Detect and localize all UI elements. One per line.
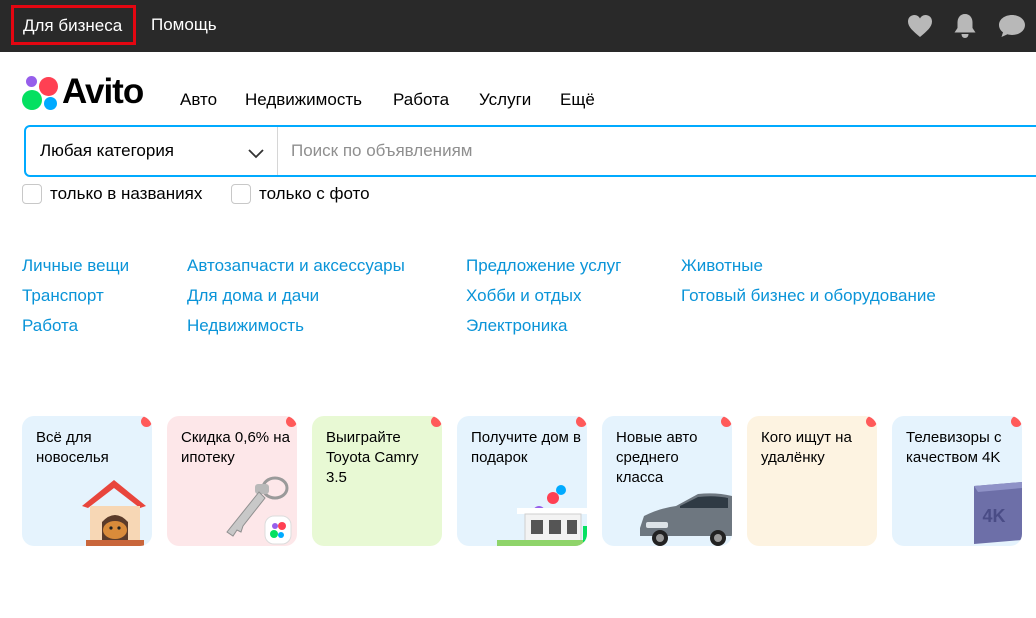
titles-only-checkbox[interactable]: только в названиях <box>22 184 202 204</box>
new-badge <box>286 416 297 427</box>
nav-auto[interactable]: Авто <box>180 90 217 110</box>
logo-dot-green <box>22 90 42 110</box>
category-link[interactable]: Предложение услуг <box>466 256 621 276</box>
car-image <box>640 493 732 546</box>
nav-realty[interactable]: Недвижимость <box>245 90 362 110</box>
category-link[interactable]: Хобби и отдых <box>466 286 581 306</box>
tv-4k-label: 4K <box>982 506 1005 526</box>
category-link[interactable]: Недвижимость <box>187 316 304 336</box>
category-link[interactable]: Автозапчасти и аксессуары <box>187 256 405 276</box>
new-badge <box>721 416 732 427</box>
tv-4k-image: 4K <box>974 482 1022 544</box>
new-badge <box>866 416 877 427</box>
keys-image <box>226 476 292 545</box>
promo-card-title: Выиграйте Toyota Camry 3.5 <box>326 429 419 486</box>
promo-card[interactable]: Скидка 0,6% на ипотеку <box>167 416 297 546</box>
avito-logo[interactable]: Avito <box>22 72 156 112</box>
logo-text: Avito <box>62 72 144 111</box>
logo-dot-red <box>39 77 58 96</box>
doghouse-image <box>82 480 146 546</box>
heart-icon[interactable] <box>906 12 934 40</box>
category-link[interactable]: Транспорт <box>22 286 104 306</box>
checkbox-box[interactable] <box>22 184 42 204</box>
category-link[interactable]: Готовый бизнес и оборудование <box>681 286 936 306</box>
with-photo-checkbox[interactable]: только с фото <box>231 184 370 204</box>
new-badge <box>141 416 152 427</box>
new-badge <box>576 416 587 427</box>
help-link[interactable]: Помощь <box>151 14 217 37</box>
promo-card[interactable]: Всё для новоселья <box>22 416 152 546</box>
top-bar: Для бизнеса Помощь <box>0 0 1036 52</box>
category-link[interactable]: Электроника <box>466 316 568 336</box>
promo-card[interactable]: Выиграйте Toyota Camry 3.5 <box>312 416 442 546</box>
promo-card-title: Новые авто среднего класса <box>616 429 698 486</box>
category-link[interactable]: Работа <box>22 316 78 336</box>
promo-card-title: Кого ищут на удалёнку <box>761 429 852 466</box>
nav-jobs[interactable]: Работа <box>393 90 449 110</box>
with-photo-label: только с фото <box>259 184 370 203</box>
message-icon[interactable] <box>998 12 1026 40</box>
chevron-down-icon <box>248 144 264 164</box>
category-select[interactable]: Любая категория <box>26 127 278 175</box>
titles-only-label: только в названиях <box>50 184 203 203</box>
logo-dot-purple <box>26 76 37 87</box>
new-badge <box>431 416 442 427</box>
promo-card-title: Всё для новоселья <box>36 429 109 466</box>
category-select-label: Любая категория <box>40 141 175 160</box>
house-image <box>497 485 587 546</box>
promo-card-title: Телевизоры с качеством 4K <box>906 429 1002 466</box>
business-link[interactable]: Для бизнеса <box>11 5 136 45</box>
category-link[interactable]: Животные <box>681 256 763 276</box>
bell-icon[interactable] <box>951 12 979 40</box>
promo-card[interactable]: Кого ищут на удалёнку <box>747 416 877 546</box>
search-input[interactable] <box>278 127 1036 175</box>
promo-card-title: Получите дом в подарок <box>471 429 581 466</box>
nav-services[interactable]: Услуги <box>479 90 531 110</box>
promo-card[interactable]: Телевизоры с качеством 4K 4K <box>892 416 1022 546</box>
category-link[interactable]: Для дома и дачи <box>187 286 319 306</box>
search-bar: Любая категория <box>24 125 1036 177</box>
new-badge <box>1011 416 1022 427</box>
promo-card[interactable]: Получите дом в подарок <box>457 416 587 546</box>
nav-more[interactable]: Ещё <box>560 90 595 110</box>
promo-card[interactable]: Новые авто среднего класса <box>602 416 732 546</box>
logo-dot-blue <box>44 97 57 110</box>
checkbox-box[interactable] <box>231 184 251 204</box>
promo-card-title: Скидка 0,6% на ипотеку <box>181 429 290 466</box>
category-link[interactable]: Личные вещи <box>22 256 129 276</box>
